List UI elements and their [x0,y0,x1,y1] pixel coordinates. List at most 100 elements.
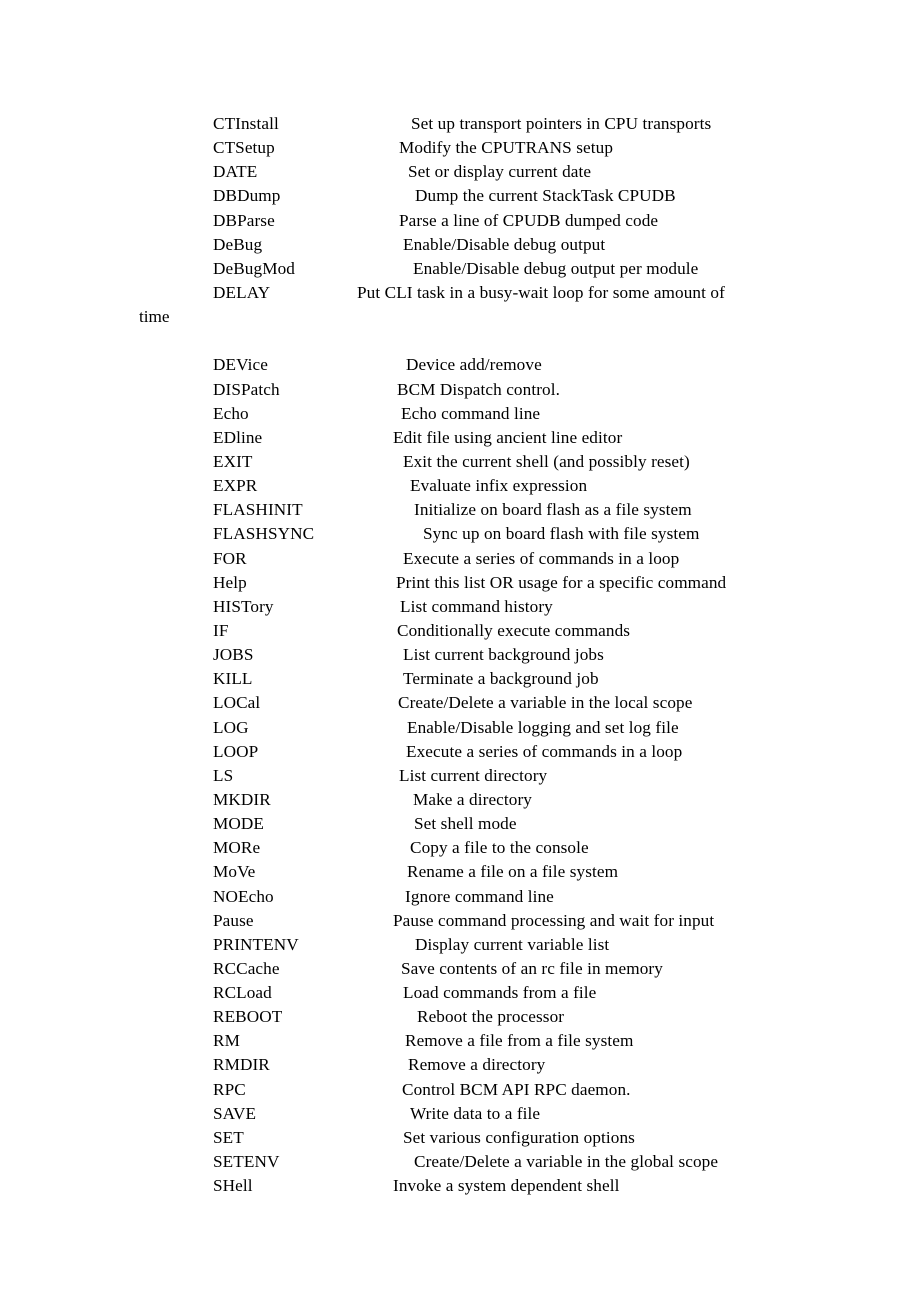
command-row: Help Print this list OR usage for a speci… [0,571,920,595]
command-description: Remove a directory [408,1055,546,1075]
command-name: DBParse [213,210,275,230]
command-name: DATE [213,162,258,182]
command-list: CTInstall Set up transport pointers in CP… [0,112,920,1198]
command-description: Enable/Disable logging and set log file [407,717,679,737]
command-name: LOOP [213,741,259,761]
command-row: DBDump Dump the current StackTask CPUDB [0,184,920,208]
command-name: DELAY [213,282,271,302]
command-row: DEVice Device add/remove [0,353,920,377]
command-name: DBDump [213,186,281,206]
command-description: Load commands from a file [403,983,597,1003]
command-description: Pause command processing and wait for in… [393,910,715,930]
command-description: Create/Delete a variable in the local sc… [398,693,693,713]
command-description: Control BCM API RPC daemon. [402,1079,631,1099]
command-description: Rename a file on a file system [407,862,619,882]
command-description: Save contents of an rc file in memory [401,958,663,978]
command-name: LOG [213,717,249,737]
command-description: Set shell mode [414,814,517,834]
command-description: Invoke a system dependent shell [393,1176,620,1196]
command-row: LS List current directory [0,764,920,788]
command-row: FLASHINIT Initialize on board flash as a … [0,498,920,522]
command-description: Create/Delete a variable in the global s… [414,1152,719,1172]
command-row: DISPatch BCM Dispatch control. [0,378,920,402]
command-description: Remove a file from a file system [405,1031,634,1051]
command-description: Write data to a file [410,1103,541,1123]
command-row: RCLoad Load commands from a file [0,981,920,1005]
command-row: HISTory List command history [0,595,920,619]
command-description: Conditionally execute commands [397,620,631,640]
command-row: EXPR Evaluate infix expression [0,474,920,498]
command-row: MORe Copy a file to the console [0,836,920,860]
command-row: Echo Echo command line [0,402,920,426]
command-row: FOR Execute a series of commands in a loo… [0,547,920,571]
command-name: KILL [213,669,253,689]
command-row: SHell Invoke a system dependent shell [0,1174,920,1198]
command-row: FLASHSYNC Sync up on board flash with fil… [0,522,920,546]
command-name: REBOOT [213,1007,283,1027]
command-description: List current directory [399,765,548,785]
command-name: FOR [213,548,247,568]
command-row: DATE Set or display current date [0,160,920,184]
command-description: List command history [400,596,553,616]
command-description: Set up transport pointers in CPU transpo… [411,114,712,133]
command-name: MoVe [213,862,256,882]
command-row: NOEcho Ignore command line [0,885,920,909]
command-description: Evaluate infix expression [410,476,588,496]
command-row: CTInstall Set up transport pointers in CP… [0,112,920,136]
command-row: DeBugMod Enable/Disable debug output per … [0,257,920,281]
command-description: Reboot the processor [417,1007,565,1027]
command-row: MODE Set shell mode [0,812,920,836]
command-row: RMDIR Remove a directory [0,1053,920,1077]
wrapped-line: time [0,305,920,329]
command-description: Terminate a background job [403,669,599,689]
command-description: List current background jobs [403,645,604,665]
command-description: Edit file using ancient line editor [393,427,623,447]
command-row: LOOP Execute a series of commands in a lo… [0,740,920,764]
command-row: SETENV Create/Delete a variable in the gl… [0,1150,920,1174]
command-name: SET [213,1127,244,1147]
command-row: RPC Control BCM API RPC daemon. [0,1078,920,1102]
command-name: RM [213,1031,240,1051]
command-row: PRINTENV Display current variable list [0,933,920,957]
command-row: SAVE Write data to a file [0,1102,920,1126]
command-description: Sync up on board flash with file system [423,524,700,544]
wrapped-line-text: time [139,307,170,327]
command-name: FLASHINIT [213,500,303,520]
command-row: DBParse Parse a line of CPUDB dumped code [0,209,920,233]
command-name: DEVice [213,355,268,375]
command-row: DELAY Put CLI task in a busy-wait loop fo… [0,281,920,305]
command-description: Initialize on board flash as a file syst… [414,500,692,520]
command-name: DISPatch [213,379,280,399]
command-name: EXPR [213,476,258,496]
command-name: Echo [213,403,249,423]
command-row: SET Set various configuration options [0,1126,920,1150]
command-row: IF Conditionally execute commands [0,619,920,643]
command-description: Dump the current StackTask CPUDB [415,186,676,206]
command-row: DeBug Enable/Disable debug output [0,233,920,257]
command-description: Ignore command line [405,886,554,906]
command-row: Pause Pause command processing and wait f… [0,909,920,933]
command-description: Enable/Disable debug output per module [413,258,699,278]
command-row: KILL Terminate a background job [0,667,920,691]
command-description: Execute a series of commands in a loop [403,548,680,568]
command-name: EDline [213,427,263,447]
command-name: PRINTENV [213,934,299,954]
command-name: CTInstall [213,114,279,133]
command-name: Pause [213,910,254,930]
command-row: REBOOT Reboot the processor [0,1005,920,1029]
command-description: Display current variable list [415,934,610,954]
command-row: EDline Edit file using ancient line edito… [0,426,920,450]
command-name: HISTory [213,596,274,616]
command-description: Parse a line of CPUDB dumped code [399,210,659,230]
command-description: Modify the CPUTRANS setup [399,138,614,158]
command-row: LOG Enable/Disable logging and set log fi… [0,716,920,740]
command-name: RCLoad [213,983,272,1003]
command-name: NOEcho [213,886,274,906]
command-name: SETENV [213,1152,280,1172]
command-name: Help [213,572,247,592]
command-description: Put CLI task in a busy-wait loop for som… [357,282,725,302]
command-name: MODE [213,814,265,834]
command-description: Print this list OR usage for a specific … [396,572,727,592]
command-row: RM Remove a file from a file system [0,1029,920,1053]
